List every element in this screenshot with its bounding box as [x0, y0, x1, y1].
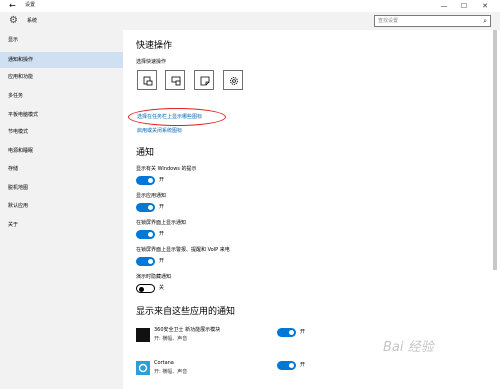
option-label-hide-when-presenting: 演示时隐藏通知: [136, 274, 172, 280]
sidebar-item-apps[interactable]: 应用和功能: [0, 69, 123, 85]
option-label-lock-screen-alarms: 在锁屏界面上显示警报、提醒和 VoIP 来电: [136, 247, 230, 253]
toggle-knob: [148, 232, 153, 237]
cortana-icon: [136, 361, 150, 375]
option-label-lock-screen-notifications: 在锁屏界面上显示通知: [136, 220, 187, 226]
quick-action-note[interactable]: [194, 70, 214, 90]
watermark: Bai 经验: [383, 340, 434, 355]
toggle-app-notifications[interactable]: [136, 203, 155, 212]
quick-action-tablet-mode[interactable]: [137, 70, 157, 90]
title-bar: ← 设置 — ☐ ✕: [0, 0, 500, 12]
toggle-knob: [289, 330, 294, 335]
toggle-state-lock-screen-alarms: 开: [159, 258, 165, 264]
sidebar-item-notifications[interactable]: 通知和操作: [0, 52, 123, 68]
toggle-app-360[interactable]: [277, 328, 296, 337]
window-title: 设置: [25, 2, 36, 8]
toggle-hide-when-presenting[interactable]: [136, 284, 155, 293]
app-name-360: 360安全卫士 新功能展示模块: [154, 327, 221, 333]
sidebar-item-storage[interactable]: 存储: [0, 161, 123, 177]
connect-icon: [171, 76, 181, 86]
sidebar-item-power-sleep[interactable]: 电源和睡眠: [0, 143, 123, 159]
toggle-lock-screen-notifications[interactable]: [136, 230, 155, 239]
gear-icon: ⚙: [9, 15, 18, 26]
minimize-button[interactable]: —: [436, 0, 452, 12]
sidebar-item-display[interactable]: 显示: [0, 32, 123, 48]
main-content: 快速操作 选择快速操作 选择在任务栏上显示哪些图标 启用或关闭系统图标 通知 显…: [123, 30, 500, 389]
taskbar-icons-link[interactable]: 选择在任务栏上显示哪些图标: [137, 113, 202, 121]
sidebar-item-multitasking[interactable]: 多任务: [0, 88, 123, 104]
toggle-state-app-360: 开: [300, 329, 306, 335]
quick-actions-heading: 快速操作: [136, 41, 173, 51]
search-input[interactable]: 查找设置 ⌕: [374, 15, 491, 27]
scrollbar[interactable]: [493, 30, 497, 270]
toggle-knob: [139, 286, 144, 292]
toggle-state-windows-tips: 开: [159, 177, 165, 183]
toggle-state-lock-screen-notifications: 开: [159, 231, 165, 237]
toggle-state-app-cortana: 开: [300, 362, 306, 368]
search-icon[interactable]: ⌕: [483, 17, 487, 26]
app-sub-cortana: 开: 横幅、声音: [154, 369, 188, 375]
app-notifications-heading: 显示来自这些应用的通知: [136, 307, 236, 317]
quick-actions-subheading: 选择快速操作: [136, 59, 167, 65]
quick-action-connect[interactable]: [165, 70, 185, 90]
toggle-lock-screen-alarms[interactable]: [136, 257, 155, 266]
toggle-app-cortana[interactable]: [277, 361, 296, 370]
quick-action-settings[interactable]: [223, 70, 243, 90]
note-icon: [200, 76, 210, 86]
sidebar-item-default-apps[interactable]: 默认应用: [0, 198, 123, 214]
sidebar-item-about[interactable]: 关于: [0, 217, 123, 233]
tablet-mode-icon: [143, 76, 153, 86]
toggle-state-hide-when-presenting: 关: [159, 285, 165, 291]
sidebar: 显示 通知和操作 应用和功能 多任务 平板电脑模式 节电模式 电源和睡眠 存储 …: [0, 30, 123, 389]
maximize-button[interactable]: ☐: [456, 0, 472, 12]
app-name-cortana: Cortana: [154, 360, 174, 366]
back-arrow-icon[interactable]: ←: [9, 1, 16, 10]
sidebar-item-tablet-mode[interactable]: 平板电脑模式: [0, 107, 123, 123]
option-label-app-notifications: 显示应用通知: [136, 193, 167, 199]
search-placeholder: 查找设置: [378, 18, 399, 24]
close-button[interactable]: ✕: [477, 0, 493, 12]
sidebar-item-offline-maps[interactable]: 脱机地图: [0, 180, 123, 196]
notifications-heading: 通知: [136, 148, 155, 158]
sidebar-item-battery-saver[interactable]: 节电模式: [0, 124, 123, 140]
option-label-windows-tips: 显示有关 Windows 的提示: [136, 166, 197, 172]
system-icons-link[interactable]: 启用或关闭系统图标: [137, 127, 182, 135]
toggle-knob: [148, 178, 153, 183]
toggle-windows-tips[interactable]: [136, 176, 155, 185]
app-sub-360: 开: 横幅、声音: [154, 336, 188, 342]
page-title: 系统: [27, 18, 38, 24]
app-360-icon: [136, 328, 150, 342]
toggle-knob: [148, 205, 153, 210]
toggle-knob: [289, 363, 294, 368]
toggle-knob: [148, 259, 153, 264]
toggle-state-app-notifications: 开: [159, 204, 165, 210]
settings-icon: [230, 77, 238, 85]
